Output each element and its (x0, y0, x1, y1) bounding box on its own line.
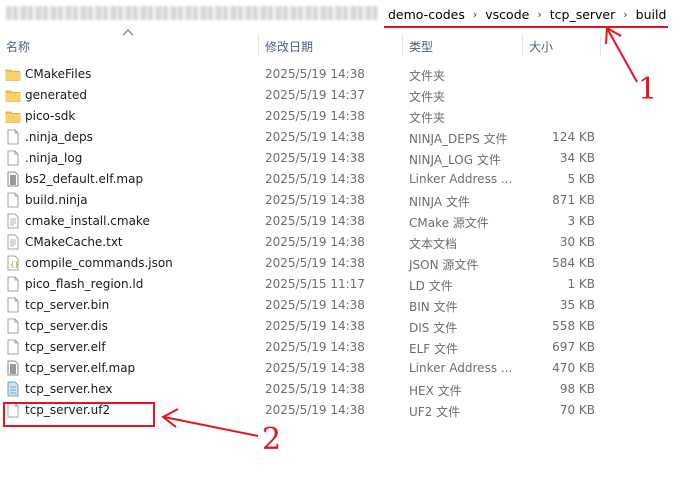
annotation-number-1: 1 (638, 72, 658, 107)
annotation-number-2: 2 (262, 422, 282, 457)
annotation-arrow-2-shaft (163, 416, 259, 437)
annotation-arrow-1-shaft (607, 29, 638, 83)
annotation-arrows (161, 26, 638, 437)
